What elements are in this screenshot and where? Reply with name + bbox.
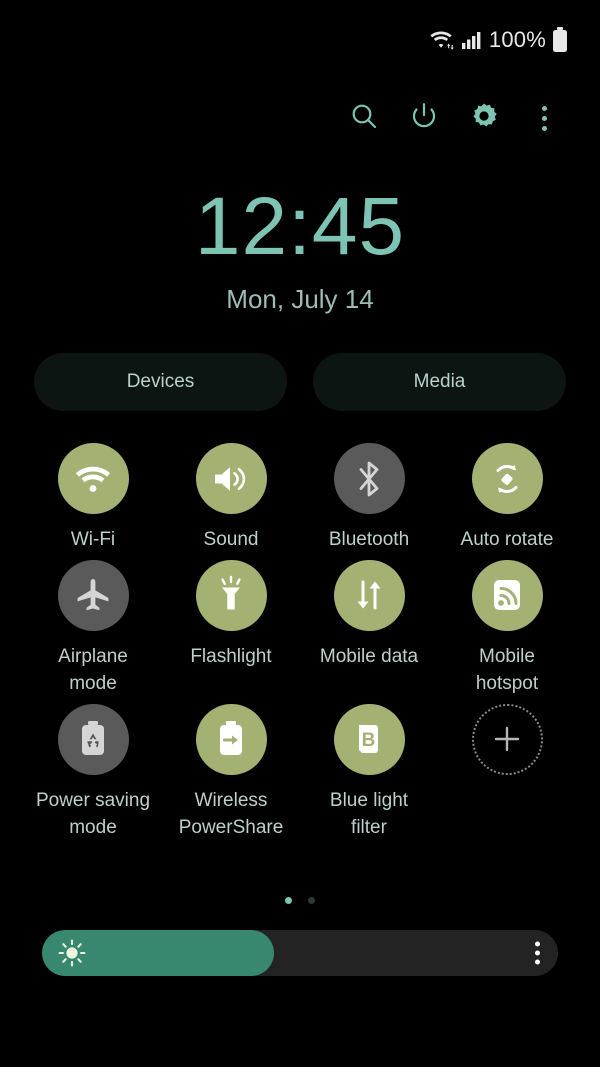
toggle-flashlight[interactable]: Flashlight: [162, 559, 300, 698]
toggle-airplane-mode[interactable]: Airplane mode: [24, 559, 162, 698]
brightness-slider-area: [42, 930, 558, 976]
toggle-label: Bluetooth: [328, 529, 410, 550]
quick-settings-toolbar: [334, 90, 574, 146]
wifi-icon: [57, 443, 129, 514]
power-icon: [409, 101, 439, 136]
toggle-label: Wireless PowerShare: [178, 789, 284, 839]
toggle-bluetooth[interactable]: Bluetooth: [300, 443, 438, 554]
brightness-sun-icon: [58, 939, 86, 967]
power-button[interactable]: [394, 90, 454, 146]
toggle-mobile-data[interactable]: Mobile data: [300, 559, 438, 698]
devices-button[interactable]: Devices: [34, 353, 287, 411]
toggle-wireless-powershare[interactable]: Wireless PowerShare: [162, 703, 300, 842]
toggle-label: Auto rotate: [460, 529, 554, 550]
battery-full-icon: [552, 27, 568, 53]
brightness-options-button[interactable]: [535, 941, 540, 965]
cellular-signal-icon: [461, 29, 483, 51]
toggle-label: Flashlight: [190, 645, 272, 667]
toggle-label: Airplane mode: [58, 645, 128, 695]
volume-icon: [195, 443, 267, 514]
page-dot-1[interactable]: [285, 897, 292, 904]
toggle-auto-rotate[interactable]: Auto rotate: [438, 443, 576, 554]
toggle-label: Sound: [203, 529, 259, 550]
toggle-label: Blue light filter: [329, 789, 409, 839]
toggle-blue-light-filter[interactable]: B Blue light filter: [300, 703, 438, 842]
toggle-label: Wi-Fi: [70, 529, 116, 550]
toggle-mobile-hotspot[interactable]: Mobile hotspot: [438, 559, 576, 698]
search-icon: [349, 101, 379, 136]
gear-icon: [468, 100, 500, 137]
more-options-button[interactable]: [514, 90, 574, 146]
bluetooth-icon: [333, 443, 405, 514]
quick-toggle-grid: Wi-Fi Sound Bluetooth Auto rotate Airpla…: [24, 443, 576, 842]
page-indicator: [0, 897, 600, 904]
airplane-icon: [57, 559, 129, 631]
media-button[interactable]: Media: [313, 353, 566, 411]
brightness-slider[interactable]: [42, 930, 558, 976]
add-icon: [471, 703, 543, 775]
toggle-wifi[interactable]: Wi-Fi: [24, 443, 162, 554]
quick-settings-panel: 100% 12:45 Mon, July 14 Devices Media Wi…: [0, 0, 600, 1067]
toggle-power-saving-mode[interactable]: Power saving mode: [24, 703, 162, 842]
blue-light-icon: B: [333, 703, 405, 775]
clock-area: 12:45 Mon, July 14: [0, 186, 600, 315]
overflow-menu-icon: [541, 105, 547, 131]
toggle-sound[interactable]: Sound: [162, 443, 300, 554]
add-tile-button[interactable]: [438, 703, 576, 842]
search-button[interactable]: [334, 90, 394, 146]
powershare-icon: [195, 703, 267, 775]
clock-time: 12:45: [194, 181, 406, 272]
media-label: Media: [413, 371, 466, 392]
toggle-label: Mobile data: [319, 645, 419, 667]
devices-label: Devices: [126, 371, 195, 392]
shortcut-row: Devices Media: [34, 353, 566, 411]
battery-saver-icon: [57, 703, 129, 775]
data-transfer-icon: [333, 559, 405, 631]
svg-text:B: B: [362, 730, 376, 751]
toggle-label: Power saving mode: [35, 789, 151, 839]
hotspot-icon: [471, 559, 543, 631]
battery-percent-label: 100%: [488, 27, 546, 52]
auto-rotate-icon: [471, 443, 543, 514]
toggle-label: Mobile hotspot: [475, 645, 539, 695]
wifi-transfer-icon: [429, 28, 455, 52]
settings-button[interactable]: [454, 90, 514, 146]
clock-date: Mon, July 14: [226, 284, 374, 314]
status-bar: 100%: [0, 0, 600, 80]
flashlight-icon: [195, 559, 267, 631]
page-dot-2[interactable]: [308, 897, 315, 904]
